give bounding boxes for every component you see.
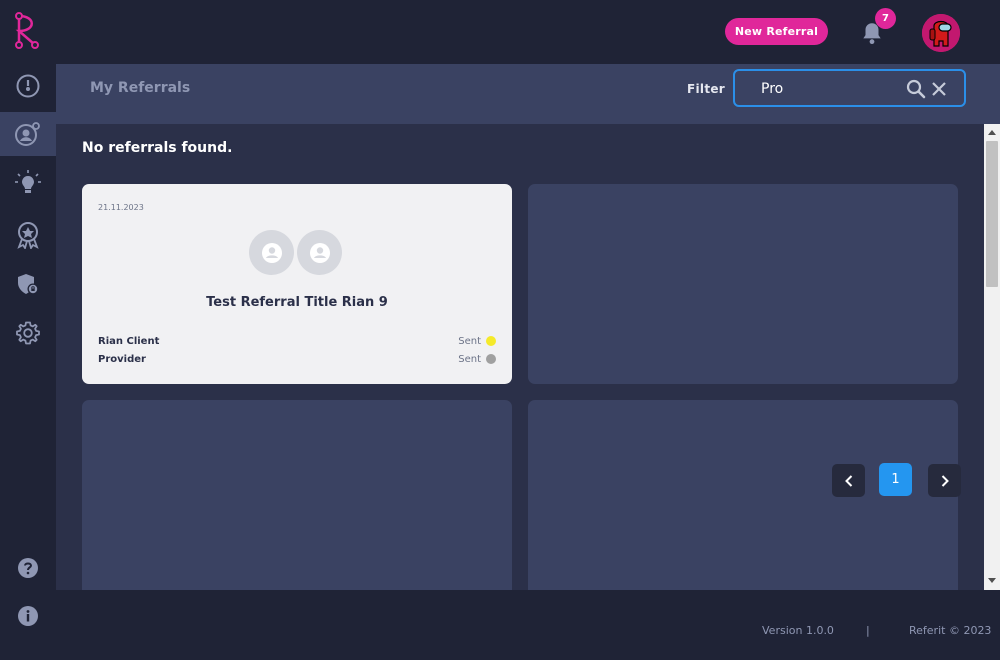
- referral-card-placeholder: [82, 400, 512, 590]
- close-icon[interactable]: [931, 81, 947, 97]
- user-circle-icon: [309, 242, 330, 263]
- status-dot-yellow: [486, 336, 496, 346]
- top-bar: New Referral 7: [0, 0, 1000, 64]
- sidebar: [0, 64, 56, 660]
- avatar-image: [922, 14, 960, 52]
- participant-avatar: [297, 230, 342, 275]
- footer: Version 1.0.0 | Referit © 2023: [56, 602, 1000, 660]
- footer-divider: |: [866, 624, 870, 637]
- scroll-up-arrow[interactable]: [988, 130, 996, 135]
- sidebar-item-settings[interactable]: [0, 311, 56, 355]
- dashboard-gauge-icon: [16, 74, 40, 98]
- scroll-down-arrow[interactable]: [988, 578, 996, 583]
- chevron-right-icon: [941, 474, 949, 487]
- page-button-current[interactable]: 1: [879, 463, 912, 496]
- notification-badge: 7: [875, 8, 896, 29]
- referrals-user-icon: [15, 122, 40, 146]
- party-status-text: Sent: [458, 353, 481, 365]
- sidebar-item-info[interactable]: [0, 594, 56, 638]
- user-circle-icon: [261, 242, 282, 263]
- copyright-text: Referit © 2023: [909, 624, 992, 637]
- referrals-content: No referrals found. 21.11.2023 Test Refe…: [56, 124, 984, 590]
- settings-gear-icon: [16, 321, 40, 345]
- lightbulb-icon: [15, 170, 41, 193]
- filter-input[interactable]: [761, 79, 891, 99]
- scroll-thumb[interactable]: [986, 141, 998, 287]
- page-title: My Referrals: [90, 80, 191, 96]
- sidebar-item-referrals[interactable]: [0, 112, 56, 156]
- award-badge-icon: [17, 222, 39, 249]
- participant-avatar: [249, 230, 294, 275]
- referral-participants: [249, 230, 342, 275]
- next-page-button[interactable]: [928, 464, 961, 497]
- party-name: Rian Client: [98, 335, 160, 347]
- vertical-scrollbar[interactable]: [984, 124, 1000, 590]
- sidebar-item-dashboard[interactable]: [0, 64, 56, 108]
- previous-page-button[interactable]: [832, 464, 865, 497]
- party-row: Rian Client Sent: [98, 333, 496, 349]
- referit-logo-icon[interactable]: [14, 12, 42, 50]
- shield-lock-icon: [18, 274, 39, 295]
- info-icon: [18, 606, 38, 626]
- version-text: Version 1.0.0: [762, 624, 834, 637]
- empty-state-message: No referrals found.: [82, 140, 233, 156]
- help-icon: [18, 558, 38, 578]
- referral-title: Test Referral Title Rian 9: [206, 295, 388, 310]
- user-avatar[interactable]: [922, 14, 960, 52]
- sidebar-item-ideas[interactable]: [0, 161, 56, 205]
- filter-label: Filter: [687, 82, 726, 96]
- new-referral-button[interactable]: New Referral: [725, 18, 828, 45]
- referral-card[interactable]: 21.11.2023 Test Referral Title Rian 9 Ri…: [82, 184, 512, 384]
- sidebar-item-help[interactable]: [0, 546, 56, 590]
- sidebar-item-security[interactable]: [0, 262, 56, 306]
- referral-card-placeholder: [528, 184, 958, 384]
- party-name: Provider: [98, 353, 146, 365]
- party-row: Provider Sent: [98, 351, 496, 367]
- status-dot-gray: [486, 354, 496, 364]
- party-status-text: Sent: [458, 335, 481, 347]
- chevron-left-icon: [844, 474, 852, 487]
- party-status: Sent: [458, 336, 496, 347]
- referral-date: 21.11.2023: [98, 203, 144, 212]
- search-icon[interactable]: [906, 79, 926, 99]
- filter-field[interactable]: [733, 69, 966, 107]
- page-header: My Referrals Filter: [56, 64, 1000, 124]
- party-status: Sent: [458, 354, 496, 365]
- sidebar-item-awards[interactable]: [0, 213, 56, 257]
